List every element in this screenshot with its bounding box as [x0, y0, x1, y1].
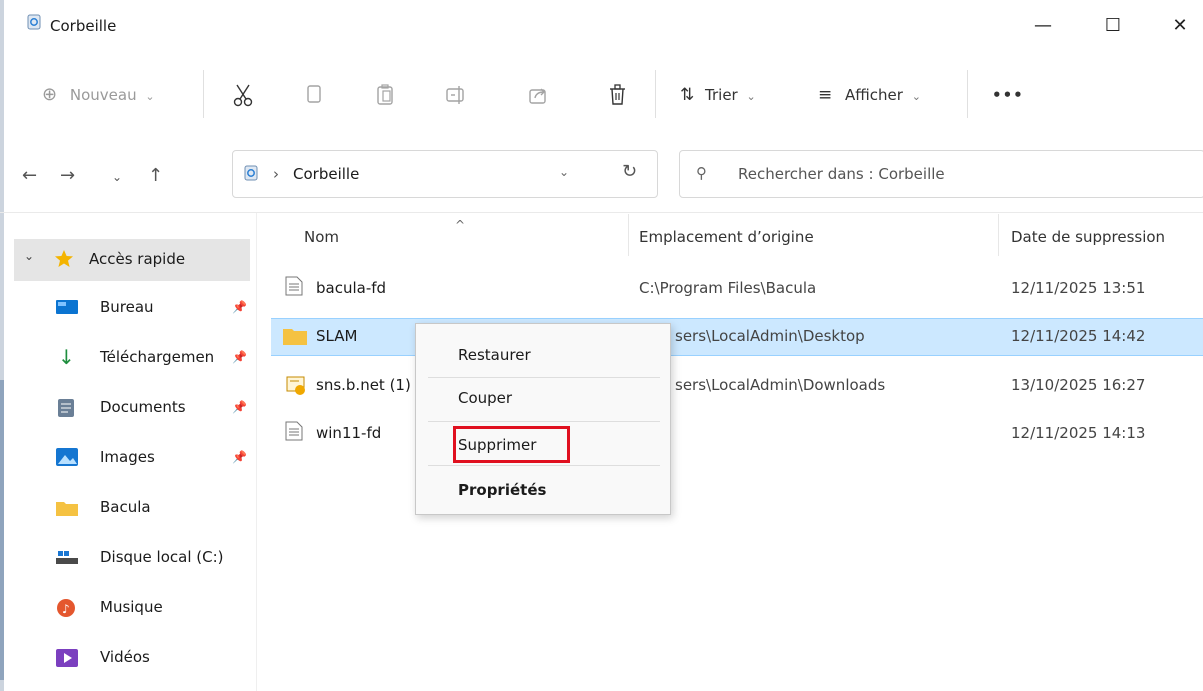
maximize-button[interactable]: ☐ — [1090, 6, 1136, 46]
table-row-name[interactable]: bacula-fd — [316, 279, 386, 297]
table-row-name[interactable]: SLAM — [316, 327, 357, 345]
images-icon — [56, 448, 78, 466]
table-row-date: 12/11/2025 14:42 — [1011, 327, 1146, 345]
drive-icon — [56, 551, 78, 565]
add-icon: ⊕ — [42, 84, 58, 105]
rename-icon[interactable] — [441, 80, 471, 110]
recycle-bin-icon — [243, 165, 259, 181]
search-placeholder: Rechercher dans : Corbeille — [738, 165, 945, 183]
certificate-icon — [286, 375, 308, 397]
sidebar-item-label: Documents — [100, 398, 186, 416]
close-button[interactable]: ✕ — [1157, 6, 1203, 46]
menu-separator — [428, 421, 660, 422]
toolbar-separator — [203, 70, 204, 118]
chevron-down-icon: ⌄ — [145, 90, 155, 103]
star-icon — [54, 249, 74, 269]
videos-icon — [56, 649, 78, 667]
svg-text:♪: ♪ — [62, 602, 70, 616]
highlight-box — [453, 426, 570, 463]
menu-separator — [428, 377, 660, 378]
table-row-origin: sers\LocalAdmin\Desktop — [675, 327, 865, 345]
sidebar-item-label: Images — [100, 448, 155, 466]
forward-arrow-icon[interactable]: → — [60, 165, 75, 186]
table-row-date: 12/11/2025 14:13 — [1011, 424, 1146, 442]
sidebar-item-label: Bureau — [100, 298, 154, 316]
download-icon: ↓ — [58, 345, 75, 369]
chevron-down-icon: ⌄ — [911, 90, 921, 103]
recycle-bin-icon — [26, 14, 42, 30]
more-options-button[interactable]: ••• — [992, 78, 1024, 112]
view-label: Afficher — [845, 86, 903, 104]
address-bar[interactable]: › Corbeille ⌄ ↻ — [232, 150, 658, 198]
header-divider — [0, 212, 1203, 213]
breadcrumb-corbeille[interactable]: Corbeille — [293, 165, 359, 183]
copy-icon[interactable] — [300, 80, 330, 110]
up-arrow-icon[interactable]: ↑ — [148, 165, 163, 186]
trash-icon[interactable] — [603, 80, 633, 110]
folder-icon — [56, 500, 78, 516]
column-header-name[interactable]: Nom — [304, 228, 339, 246]
sort-label: Trier — [705, 86, 738, 104]
minimize-button[interactable]: — — [1020, 6, 1066, 46]
sort-icon: ⇅ — [680, 85, 695, 105]
pin-icon: 📌 — [232, 450, 247, 464]
context-menu: Restaurer Couper Supprimer Propriétés — [415, 323, 671, 515]
column-separator[interactable] — [998, 214, 999, 256]
chevron-down-icon: ⌄ — [746, 90, 756, 103]
table-row-name[interactable]: sns.b.net (1) — [316, 376, 411, 394]
view-icon: ≡ — [818, 85, 833, 105]
menu-item-restore[interactable]: Restaurer — [458, 346, 531, 364]
table-row-date: 13/10/2025 16:27 — [1011, 376, 1146, 394]
column-separator[interactable] — [628, 214, 629, 256]
sort-ascending-icon: ^ — [455, 218, 466, 232]
table-row-date: 12/11/2025 13:51 — [1011, 279, 1146, 297]
toolbar-separator — [655, 70, 656, 118]
refresh-icon[interactable]: ↻ — [622, 161, 637, 182]
table-row-origin: C:\Program Files\Bacula — [639, 279, 817, 297]
sidebar-item-label: Disque local (C:) — [100, 548, 224, 566]
desktop-icon — [56, 300, 78, 316]
new-button[interactable]: ⊕ Nouveau ⌄ — [42, 78, 155, 112]
sidebar-divider — [256, 213, 257, 691]
file-icon — [285, 421, 303, 441]
cut-icon[interactable] — [228, 80, 258, 110]
new-label: Nouveau — [69, 86, 137, 104]
pin-icon: 📌 — [232, 400, 247, 414]
menu-item-properties[interactable]: Propriétés — [458, 481, 546, 499]
paste-icon[interactable] — [371, 80, 401, 110]
sidebar-item-label: Musique — [100, 598, 163, 616]
search-input[interactable]: ⚲ Rechercher dans : Corbeille — [679, 150, 1203, 198]
address-history-chevron-icon[interactable]: ⌄ — [559, 165, 569, 179]
documents-icon — [58, 399, 74, 417]
menu-separator — [428, 465, 660, 466]
table-row-origin: sers\LocalAdmin\Downloads — [675, 376, 886, 394]
sidebar-item-quick-access[interactable]: ⌄ Accès rapide — [14, 239, 250, 281]
sidebar-item-label: Vidéos — [100, 648, 150, 666]
back-arrow-icon[interactable]: ← — [22, 165, 37, 186]
window-left-edge-accent — [0, 380, 4, 680]
share-icon[interactable] — [523, 80, 553, 110]
toolbar-separator — [967, 70, 968, 118]
table-row-name[interactable]: win11-fd — [316, 424, 381, 442]
search-icon: ⚲ — [696, 164, 707, 182]
breadcrumb-separator-icon: › — [273, 165, 279, 183]
view-button[interactable]: ≡ Afficher ⌄ — [818, 78, 921, 112]
recent-chevron-icon[interactable]: ⌄ — [112, 170, 122, 184]
music-icon: ♪ — [56, 598, 76, 618]
sidebar-item-label: Bacula — [100, 498, 151, 516]
quick-access-label: Accès rapide — [89, 250, 186, 268]
pin-icon: 📌 — [232, 300, 247, 314]
sort-button[interactable]: ⇅ Trier ⌄ — [680, 78, 756, 112]
sidebar-item-label: Téléchargemen — [100, 348, 215, 366]
pin-icon: 📌 — [232, 350, 247, 364]
expand-chevron-icon[interactable]: ⌄ — [24, 249, 34, 263]
window-title: Corbeille — [50, 17, 117, 35]
column-header-origin[interactable]: Emplacement d’origine — [639, 228, 814, 246]
column-header-deleted[interactable]: Date de suppression — [1011, 228, 1165, 246]
file-icon — [285, 276, 303, 296]
menu-item-cut[interactable]: Couper — [458, 389, 512, 407]
folder-icon — [283, 327, 307, 345]
